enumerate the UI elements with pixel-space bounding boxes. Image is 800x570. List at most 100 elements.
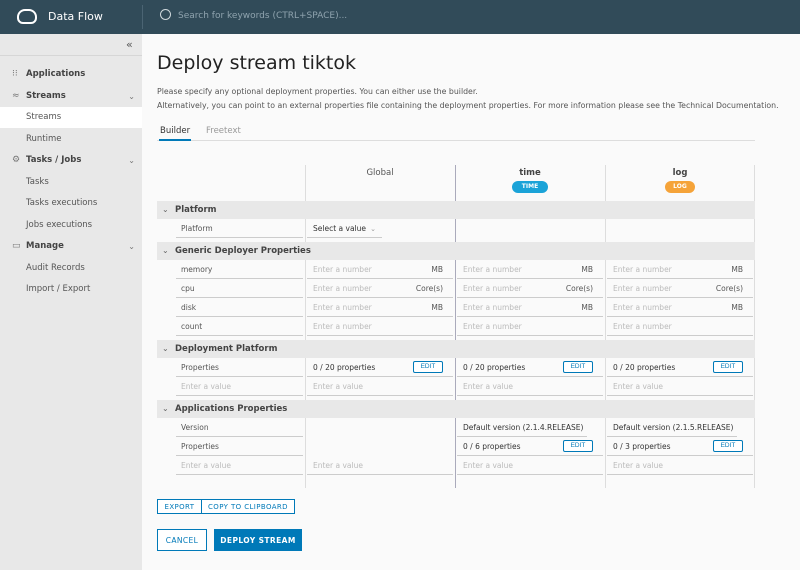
sidebar-item-label: Tasks — [26, 176, 49, 187]
edit-button[interactable]: EDIT — [713, 361, 743, 373]
value-input[interactable]: Enter a number — [613, 284, 672, 293]
property-value-cell[interactable]: Enter a number — [607, 318, 753, 336]
value-input[interactable]: Enter a value — [613, 461, 663, 470]
value-input[interactable]: Enter a number — [313, 322, 372, 331]
brand-name[interactable]: Data Flow — [48, 10, 103, 23]
streams-icon: ≈ — [12, 90, 20, 101]
value-input[interactable]: Enter a number — [613, 322, 672, 331]
property-value-cell[interactable]: Enter a number Core(s) — [607, 280, 753, 298]
sidebar-item-tasks-jobs[interactable]: ⚙ Tasks / Jobs ⌄ — [0, 150, 142, 171]
property-value-cell[interactable]: Enter a number MB — [307, 299, 453, 317]
property-value-cell[interactable]: Enter a number — [307, 318, 453, 336]
sidebar-item-tasks[interactable]: Tasks — [0, 172, 142, 193]
sidebar-item-label: Applications — [26, 69, 86, 79]
value-input[interactable]: Enter a value — [313, 461, 363, 470]
cancel-button[interactable]: CANCEL — [157, 529, 207, 551]
select-dropdown[interactable]: Select a value — [313, 224, 366, 233]
sidebar-item-streams[interactable]: ≈ Streams ⌄ — [0, 86, 142, 107]
property-value-cell[interactable]: Enter a number Core(s) — [457, 280, 603, 298]
property-value-cell[interactable]: Enter a number Core(s) — [307, 280, 453, 298]
property-value-cell[interactable]: Enter a number MB — [457, 261, 603, 279]
value-input[interactable]: Enter a value — [463, 461, 513, 470]
value-input[interactable]: Enter a value — [613, 382, 663, 391]
property-value-cell[interactable]: Enter a value — [307, 457, 453, 475]
property-value-cell[interactable]: Enter a number MB — [307, 261, 453, 279]
property-value-cell[interactable]: Enter a number MB — [607, 299, 753, 317]
value-input[interactable]: Enter a number — [463, 303, 522, 312]
property-value-cell[interactable]: 0 / 20 properties EDIT — [457, 359, 603, 377]
property-label: Properties — [176, 438, 303, 456]
property-value-cell[interactable]: 0 / 20 properties EDIT — [307, 359, 453, 377]
property-name-input[interactable]: Enter a value — [176, 378, 303, 396]
sidebar-item-label: Import / Export — [26, 284, 91, 294]
chevron-down-icon: ⌄ — [162, 246, 169, 255]
chevron-down-icon[interactable]: ⌄ — [128, 236, 135, 257]
property-label: cpu — [176, 280, 303, 298]
sidebar-item-import-export[interactable]: Import / Export — [0, 279, 142, 300]
chevron-down-icon[interactable]: ⌄ — [128, 86, 135, 107]
sidebar-item-runtime[interactable]: Runtime — [0, 129, 142, 150]
search-input[interactable] — [178, 8, 578, 24]
properties-count: 0 / 20 properties — [613, 363, 676, 372]
sidebar-item-manage[interactable]: ▭ Manage ⌄ — [0, 236, 142, 257]
export-button[interactable]: EXPORT — [157, 499, 202, 514]
properties-count: 0 / 6 properties — [463, 442, 521, 451]
section-header[interactable]: ⌄ Platform — [157, 201, 755, 219]
unit-label: Core(s) — [565, 284, 593, 293]
property-value-cell[interactable]: 0 / 6 properties EDIT — [457, 438, 603, 456]
property-label: Version — [176, 419, 303, 437]
sidebar-item-label: Jobs executions — [26, 219, 93, 230]
value-input[interactable]: Enter a number — [313, 265, 372, 274]
section-header[interactable]: ⌄ Generic Deployer Properties — [157, 242, 755, 260]
property-value-cell[interactable]: Enter a value — [457, 457, 603, 475]
property-value-cell[interactable]: Enter a value — [457, 378, 603, 396]
deploy-stream-button[interactable]: DEPLOY STREAM — [214, 529, 302, 551]
sidebar-item-streams[interactable]: Streams — [0, 107, 142, 128]
tab-freetext[interactable]: Freetext — [206, 126, 241, 136]
copy-to-clipboard-button[interactable]: COPY TO CLIPBOARD — [201, 499, 295, 514]
property-value-cell[interactable]: 0 / 3 properties EDIT — [607, 438, 753, 456]
property-value-cell[interactable]: Select a value ⌄ — [307, 220, 382, 238]
value-input[interactable]: Enter a number — [313, 284, 372, 293]
select-dropdown[interactable]: Default version (2.1.4.RELEASE) — [463, 423, 583, 432]
value-input[interactable]: Enter a value — [313, 382, 363, 391]
search-icon — [160, 9, 171, 20]
unit-label: MB — [431, 265, 443, 274]
property-value-cell[interactable]: Enter a number MB — [607, 261, 753, 279]
value-input[interactable]: Enter a number — [463, 322, 522, 331]
property-value-cell[interactable]: Default version (2.1.5.RELEASE) ⌄ — [607, 419, 737, 437]
property-label: disk — [176, 299, 303, 317]
value-input[interactable]: Enter a number — [463, 265, 522, 274]
chevron-down-icon: ⌄ — [162, 404, 169, 413]
section-header[interactable]: ⌄ Applications Properties — [157, 400, 755, 418]
sidebar-item-applications[interactable]: ⁝⁝ Applications — [0, 64, 142, 85]
property-value-cell[interactable]: Enter a number — [457, 318, 603, 336]
sidebar: « ⁝⁝ Applications ≈ Streams ⌄ Streams Runtime ⚙… — [0, 34, 142, 570]
sidebar-item-jobs-executions[interactable]: Jobs executions — [0, 215, 142, 236]
column-header: Global — [366, 168, 394, 178]
edit-button[interactable]: EDIT — [713, 440, 743, 452]
edit-button[interactable]: EDIT — [563, 361, 593, 373]
value-input[interactable]: Enter a number — [313, 303, 372, 312]
sidebar-item-audit-records[interactable]: Audit Records — [0, 258, 142, 279]
grid-icon: ⁝⁝ — [12, 69, 18, 79]
chevron-down-icon[interactable]: ⌄ — [128, 150, 135, 171]
property-value-cell[interactable]: Enter a value — [307, 378, 453, 396]
property-value-cell[interactable]: Default version (2.1.4.RELEASE) ⌄ — [457, 419, 587, 437]
select-dropdown[interactable]: Default version (2.1.5.RELEASE) — [613, 423, 733, 432]
edit-button[interactable]: EDIT — [563, 440, 593, 452]
tab-builder[interactable]: Builder — [159, 126, 192, 141]
value-input[interactable]: Enter a value — [463, 382, 513, 391]
property-value-cell[interactable]: 0 / 20 properties EDIT — [607, 359, 753, 377]
property-name-input[interactable]: Enter a value — [176, 457, 303, 475]
property-value-cell[interactable]: Enter a number MB — [457, 299, 603, 317]
value-input[interactable]: Enter a number — [463, 284, 522, 293]
edit-button[interactable]: EDIT — [413, 361, 443, 373]
property-value-cell[interactable]: Enter a value — [607, 457, 753, 475]
collapse-sidebar-icon[interactable]: « — [126, 38, 133, 51]
section-header[interactable]: ⌄ Deployment Platform — [157, 340, 755, 358]
sidebar-item-tasks-executions[interactable]: Tasks executions — [0, 193, 142, 214]
value-input[interactable]: Enter a number — [613, 265, 672, 274]
property-value-cell[interactable]: Enter a value — [607, 378, 753, 396]
value-input[interactable]: Enter a number — [613, 303, 672, 312]
